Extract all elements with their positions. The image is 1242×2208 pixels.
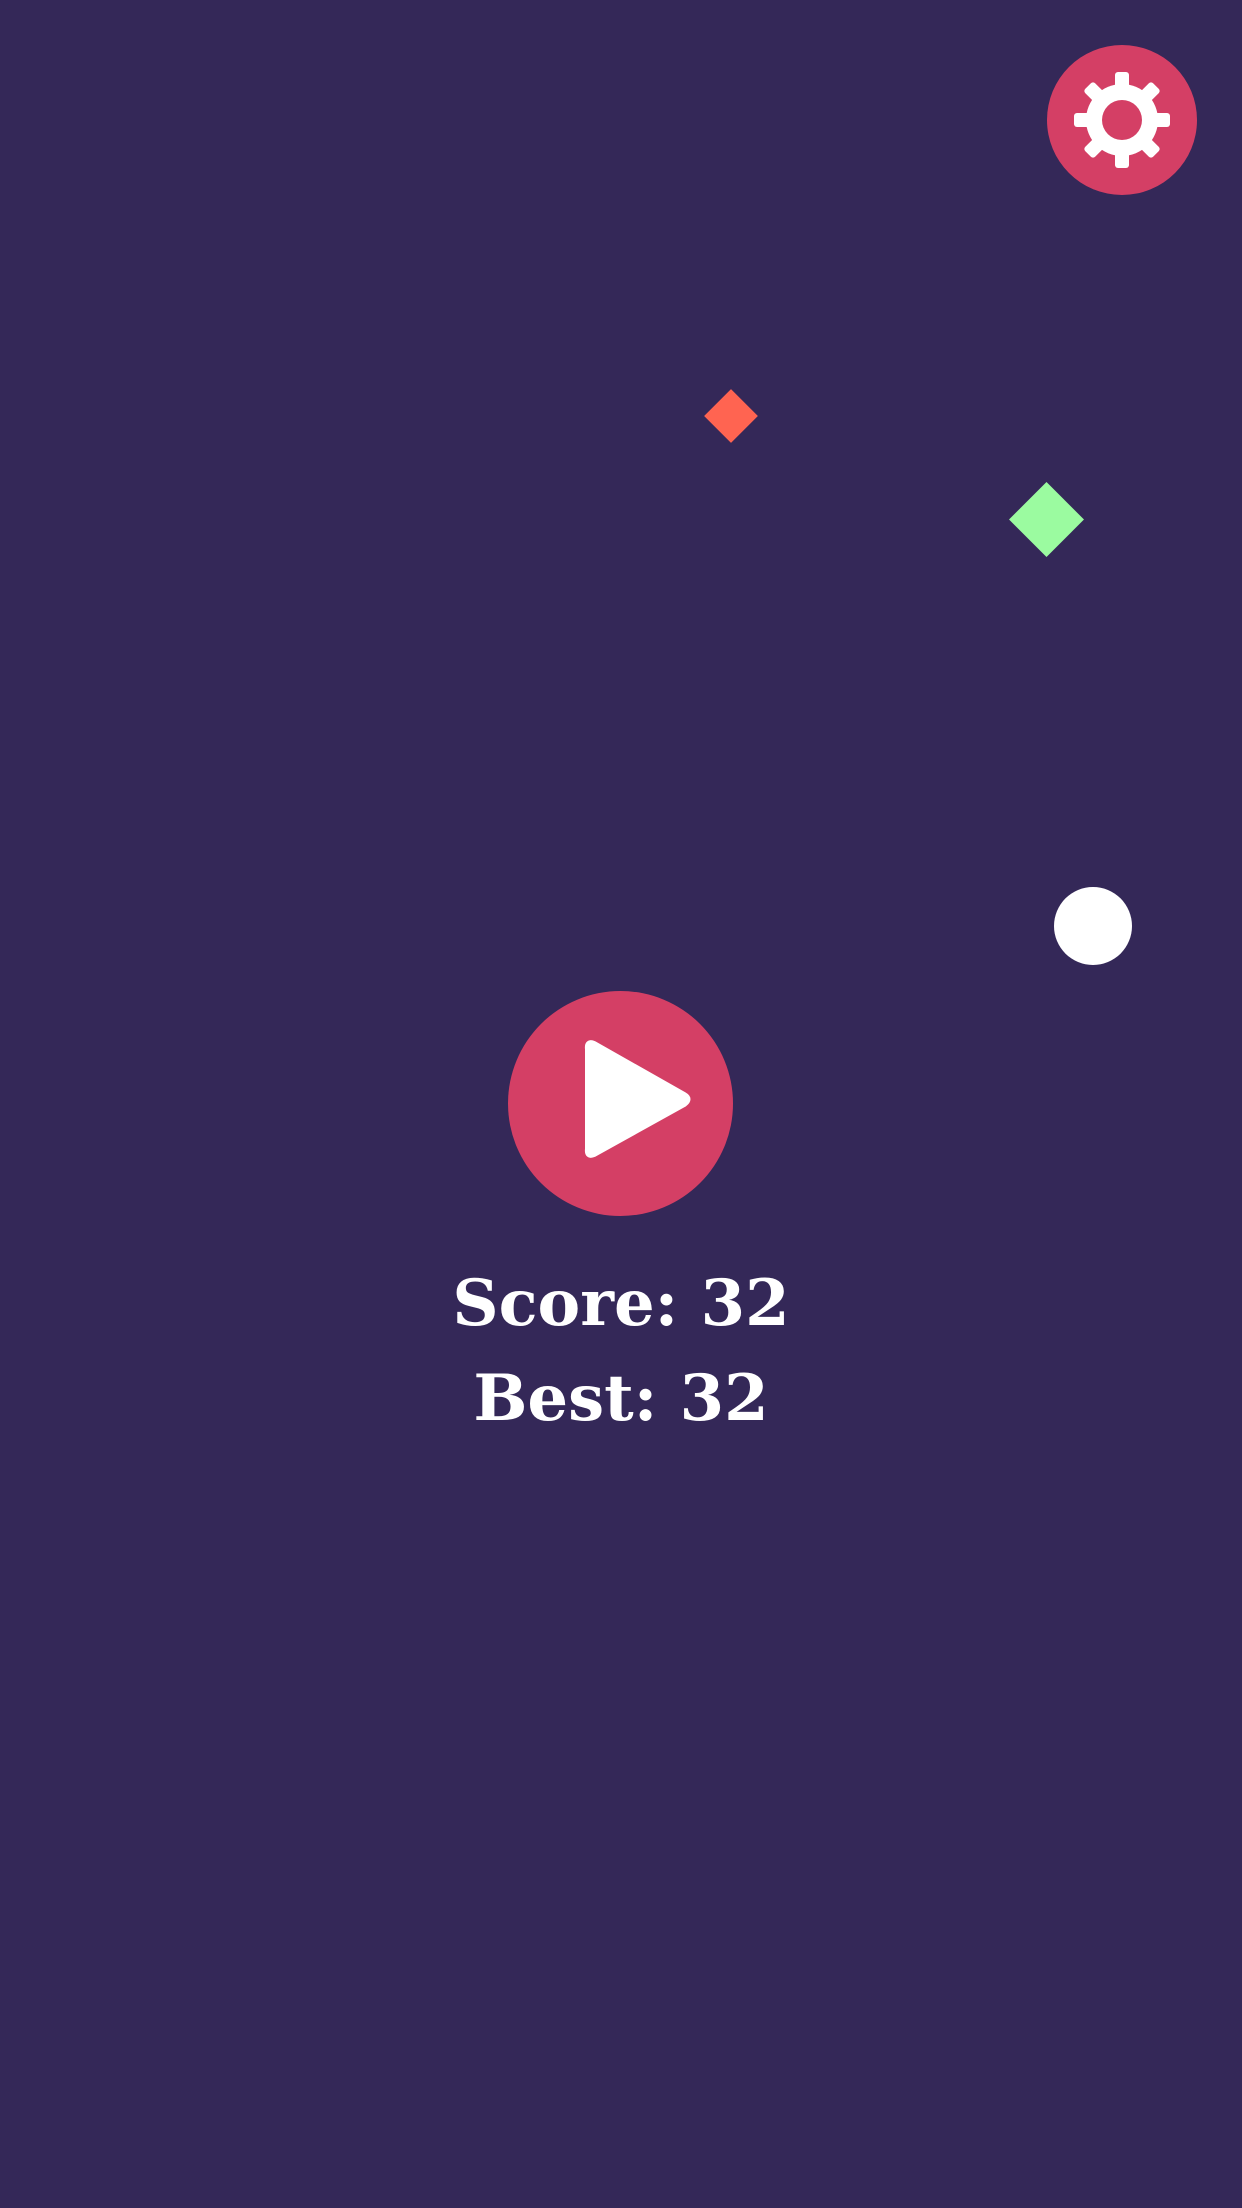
settings-button[interactable] [1047,45,1197,195]
score-label: Score: [452,1266,679,1341]
best-text: Best: 32 [0,1351,1242,1447]
score-text: Score: 32 [0,1256,1242,1352]
gear-icon [1074,72,1170,168]
best-label: Best: [473,1361,658,1436]
play-button[interactable] [508,991,733,1216]
score-value: 32 [700,1266,790,1341]
ball [1054,887,1132,965]
green-diamond [1009,482,1084,557]
best-value: 32 [679,1361,769,1436]
play-icon [584,1040,691,1158]
orange-diamond [704,389,758,443]
